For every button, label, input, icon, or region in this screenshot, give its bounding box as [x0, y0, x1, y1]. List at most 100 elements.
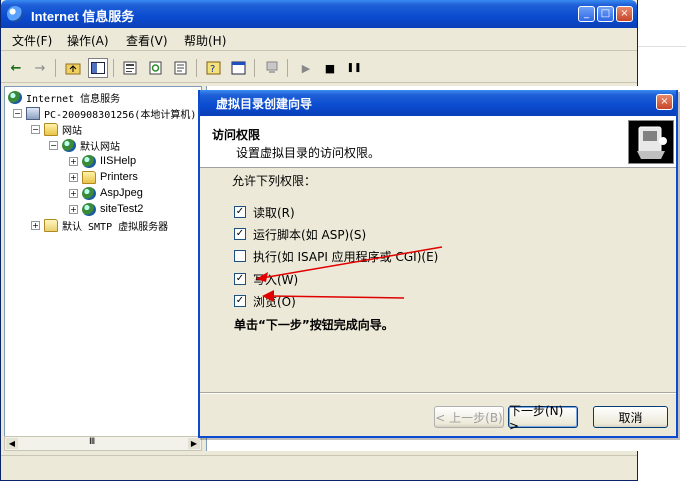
- tree-computer-label: PC-200908301256(本地计算机): [44, 109, 197, 121]
- wizard-titlebar[interactable]: 虚拟目录创建向导 ×: [200, 90, 676, 116]
- menu-view[interactable]: 查看(V): [126, 32, 168, 49]
- stop-icon[interactable]: ■: [320, 58, 340, 78]
- wizard-cancel-button[interactable]: 取消: [593, 406, 668, 428]
- permission-label: 读取(R): [253, 205, 295, 220]
- show-tree-icon[interactable]: [88, 58, 108, 78]
- permission-write[interactable]: ✓ 写入(W): [234, 271, 298, 287]
- wizard-step-title: 访问权限: [212, 128, 261, 142]
- tree-item-label: IISHelp: [100, 155, 137, 167]
- pause-icon[interactable]: ❚❚: [344, 58, 364, 78]
- collapse-icon[interactable]: −: [13, 108, 22, 118]
- wizard-header: 访问权限 设置虚拟目录的访问权限。: [200, 116, 676, 168]
- tree-item-aspjpeg[interactable]: + AspJpeg: [69, 185, 143, 201]
- permission-execute[interactable]: 执行(如 ISAPI 应用程序或 CGI)(E): [234, 248, 438, 264]
- expand-icon[interactable]: +: [69, 188, 78, 198]
- folder-icon: [44, 122, 58, 136]
- tree-root[interactable]: Internet 信息服务: [8, 89, 120, 105]
- permissions-label: 允许下列权限：: [232, 174, 317, 188]
- run-scripts-checkbox[interactable]: ✓: [234, 228, 246, 240]
- menu-action[interactable]: 操作(A): [67, 32, 109, 49]
- wizard-back-button[interactable]: < 上一步(B): [434, 406, 504, 428]
- expand-icon[interactable]: +: [31, 220, 40, 230]
- scroll-thumb-grip[interactable]: Ⅲ: [89, 437, 95, 447]
- folder-icon: [82, 170, 96, 184]
- up-folder-icon[interactable]: [63, 58, 83, 78]
- wizard-title: 虚拟目录创建向导: [216, 97, 313, 111]
- tree-sites-label: 网站: [62, 125, 82, 137]
- tree-item-label: Printers: [100, 171, 138, 183]
- permission-browse[interactable]: ✓ 浏览(O): [234, 293, 296, 309]
- refresh-icon[interactable]: [146, 58, 166, 78]
- expand-icon[interactable]: +: [69, 172, 78, 182]
- permission-label: 浏览(O): [253, 294, 296, 309]
- menu-help[interactable]: 帮助(H): [184, 32, 226, 49]
- smtp-server-icon: [44, 218, 58, 232]
- execute-checkbox[interactable]: [234, 250, 246, 262]
- virtual-directory-icon: [82, 154, 96, 168]
- wizard-next-button[interactable]: 下一步(N) >: [508, 404, 578, 433]
- tree-item-label: AspJpeg: [100, 187, 143, 199]
- website-icon: [62, 138, 76, 152]
- virtual-directory-icon: [82, 202, 96, 216]
- computer-icon: [26, 106, 40, 120]
- collapse-icon[interactable]: −: [31, 124, 40, 134]
- wizard-close-button[interactable]: ×: [656, 94, 673, 110]
- play-icon[interactable]: ▶: [296, 58, 316, 78]
- browse-checkbox[interactable]: ✓: [234, 295, 246, 307]
- wizard-header-icon: [628, 120, 674, 164]
- properties-icon[interactable]: [121, 58, 141, 78]
- tree-default-site-label: 默认网站: [80, 141, 120, 153]
- permission-read[interactable]: ✓ 读取(R): [234, 204, 295, 220]
- toolbar-separator: [55, 59, 56, 77]
- forward-arrow-icon[interactable]: →: [30, 58, 50, 78]
- tree-horizontal-scrollbar[interactable]: ◀ Ⅲ ▶: [4, 436, 202, 451]
- console-tree[interactable]: Internet 信息服务 − PC-200908301256(本地计算机) −…: [4, 86, 202, 451]
- scroll-right-icon[interactable]: ▶: [188, 438, 200, 449]
- toolbar-separator: [196, 59, 197, 77]
- wizard-step-subtitle: 设置虚拟目录的访问权限。: [236, 146, 381, 160]
- permission-run-scripts[interactable]: ✓ 运行脚本(如 ASP)(S): [234, 226, 366, 242]
- export-list-icon[interactable]: [171, 58, 191, 78]
- scroll-left-icon[interactable]: ◀: [6, 438, 18, 449]
- virtual-directory-wizard: 虚拟目录创建向导 × 访问权限 设置虚拟目录的访问权限。 允许下列权限： ✓ 读…: [198, 90, 678, 438]
- computer-icon[interactable]: [262, 58, 282, 78]
- permission-label: 运行脚本(如 ASP)(S): [253, 227, 367, 242]
- tree-sites-folder[interactable]: − 网站: [31, 121, 82, 137]
- toolbar-separator: [113, 59, 114, 77]
- menubar: 文件(F) 操作(A) 查看(V) 帮助(H): [1, 29, 637, 51]
- permission-label: 写入(W): [253, 272, 299, 287]
- close-button[interactable]: ×: [616, 6, 633, 22]
- expand-icon[interactable]: +: [69, 204, 78, 214]
- toolbar-separator: [254, 59, 255, 77]
- tree-item-printers[interactable]: + Printers: [69, 169, 138, 185]
- back-arrow-icon[interactable]: ←: [6, 58, 26, 78]
- console-window-icon[interactable]: [229, 58, 249, 78]
- status-bar: [1, 455, 637, 479]
- maximize-button[interactable]: □: [597, 6, 614, 22]
- help-icon[interactable]: ?: [204, 58, 224, 78]
- minimize-button[interactable]: _: [578, 6, 595, 22]
- virtual-directory-icon: [82, 186, 96, 200]
- background-divider: [638, 46, 686, 47]
- menu-file[interactable]: 文件(F): [12, 32, 52, 49]
- tree-item-sitetest2[interactable]: + siteTest2: [69, 201, 143, 217]
- tree-item-iishelp[interactable]: + IISHelp: [69, 153, 136, 169]
- tree-item-label: siteTest2: [100, 203, 144, 215]
- toolbar-separator: [287, 59, 288, 77]
- permission-label: 执行(如 ISAPI 应用程序或 CGI)(E): [253, 249, 439, 264]
- tree-default-site[interactable]: − 默认网站: [49, 137, 120, 153]
- window-title: Internet 信息服务: [31, 9, 135, 24]
- write-checkbox[interactable]: ✓: [234, 273, 246, 285]
- tree-computer[interactable]: − PC-200908301256(本地计算机): [13, 105, 196, 121]
- titlebar[interactable]: Internet 信息服务 _ □ ×: [1, 0, 637, 28]
- collapse-icon[interactable]: −: [49, 140, 58, 150]
- iis-root-icon: [8, 90, 22, 104]
- wizard-divider: [200, 392, 676, 394]
- tree-root-label: Internet 信息服务: [26, 93, 121, 105]
- tree-smtp[interactable]: + 默认 SMTP 虚拟服务器: [31, 217, 168, 233]
- wizard-instruction: 单击“下一步”按钮完成向导。: [234, 318, 394, 332]
- tree-smtp-label: 默认 SMTP 虚拟服务器: [62, 221, 169, 233]
- read-checkbox[interactable]: ✓: [234, 206, 246, 218]
- expand-icon[interactable]: +: [69, 156, 78, 166]
- toolbar: ← → ? ▶ ■ ❚❚: [1, 53, 637, 83]
